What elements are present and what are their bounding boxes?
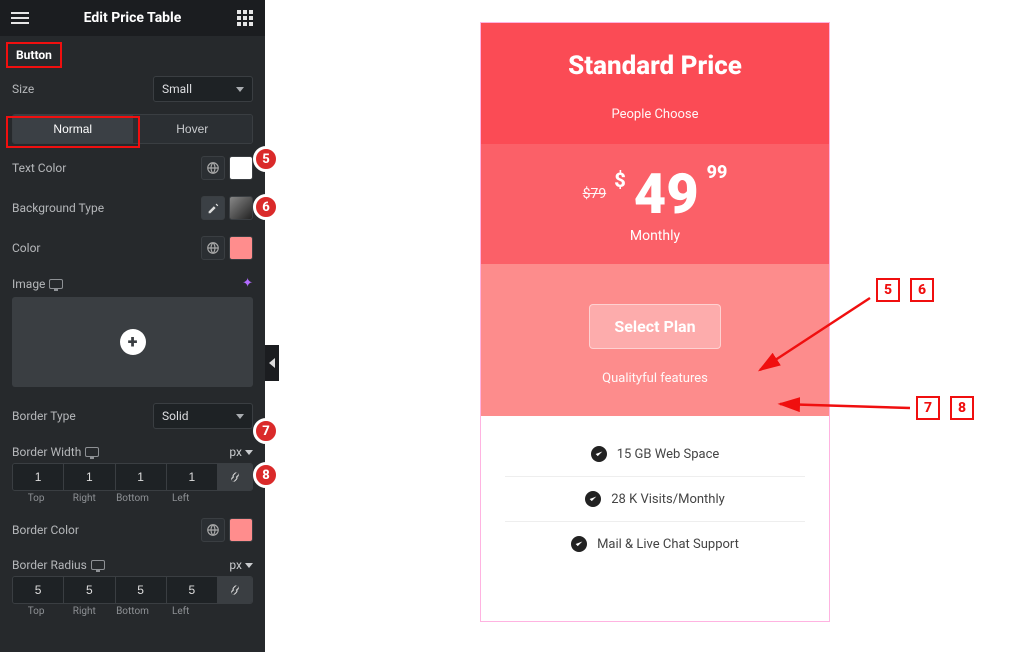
annotation-badge-8: 8 [253, 462, 279, 488]
annotation-badge-6: 6 [253, 194, 279, 220]
annotation-badge-5: 5 [253, 146, 279, 172]
annotation-arrows [0, 0, 1024, 652]
annotation-badge-7: 7 [253, 418, 279, 444]
